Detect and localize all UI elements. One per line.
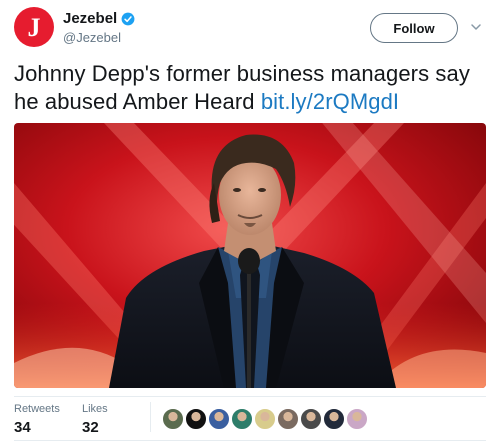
tweet-photo[interactable]: [14, 123, 486, 388]
liker-avatars: [162, 408, 368, 430]
liker-avatar-3-icon[interactable]: [208, 408, 230, 430]
liker-avatar-4-icon[interactable]: [231, 408, 253, 430]
tweet-header: J Jezebel @Jezebel Follow: [14, 7, 486, 51]
tweet-text: Johnny Depp's former business managers s…: [14, 60, 489, 116]
stats-divider: [14, 396, 486, 397]
account-name[interactable]: Jezebel: [63, 10, 117, 27]
liker-avatar-7-icon[interactable]: [300, 408, 322, 430]
likes-label: Likes: [82, 403, 108, 415]
likes-count: 32: [82, 419, 99, 436]
liker-avatar-2-icon[interactable]: [185, 408, 207, 430]
liker-avatar-8-icon[interactable]: [323, 408, 345, 430]
stats-separator: [150, 402, 151, 432]
retweets-stat[interactable]: Retweets 34: [14, 402, 60, 436]
account-name-row[interactable]: Jezebel: [63, 10, 135, 27]
liker-avatar-1-icon[interactable]: [162, 408, 184, 430]
liker-avatar-6-icon[interactable]: [277, 408, 299, 430]
liker-avatar-9-icon[interactable]: [346, 408, 368, 430]
account-handle[interactable]: @Jezebel: [63, 30, 121, 45]
liker-avatar-5-icon[interactable]: [254, 408, 276, 430]
account-avatar[interactable]: J: [14, 7, 54, 47]
verified-badge-icon: [121, 12, 135, 25]
tweet-body: Johnny Depp's former business managers s…: [14, 61, 470, 114]
likes-stat[interactable]: Likes 32: [82, 402, 108, 436]
follow-button[interactable]: Follow: [370, 13, 458, 43]
chevron-down-icon[interactable]: [470, 21, 482, 33]
photo-icon: [14, 123, 486, 388]
bottom-divider: [14, 440, 486, 441]
retweets-count: 34: [14, 419, 31, 436]
retweets-label: Retweets: [14, 403, 60, 415]
avatar-letter: J: [27, 13, 41, 42]
tweet-link[interactable]: bit.ly/2rQMgdI: [261, 89, 399, 114]
